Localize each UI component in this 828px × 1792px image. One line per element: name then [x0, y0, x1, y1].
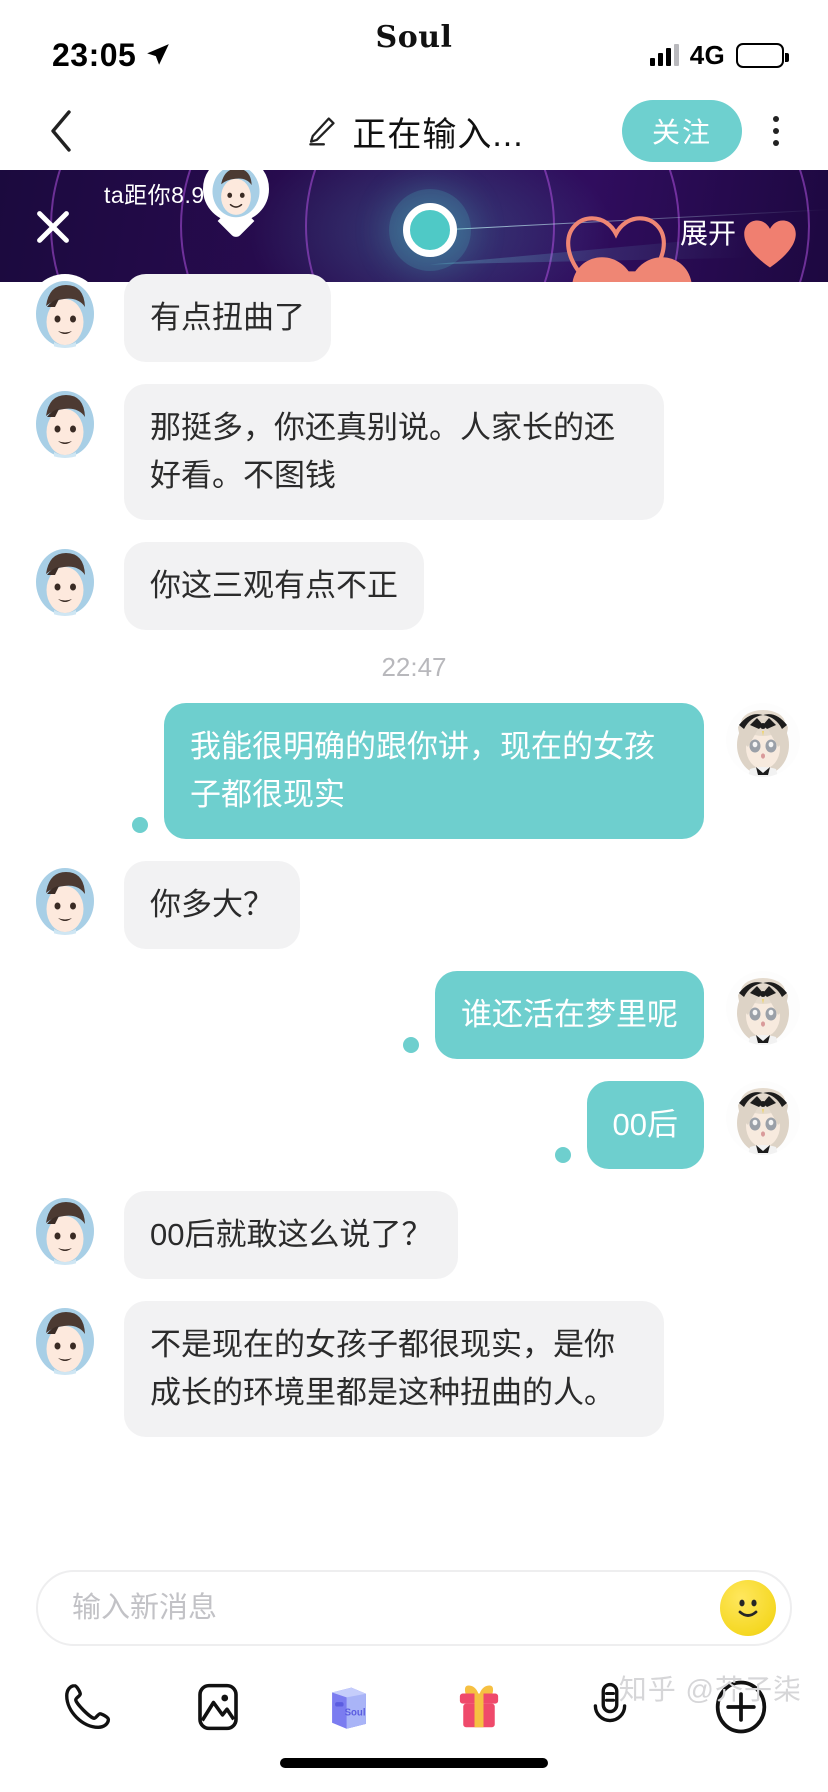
gift-button[interactable]: [444, 1672, 514, 1742]
status-indicators: 4G: [649, 39, 789, 71]
message-bubble[interactable]: 不是现在的女孩子都很现实，是你成长的环境里都是这种扭曲的人。: [124, 1301, 664, 1437]
message-bubble[interactable]: 有点扭曲了: [124, 274, 331, 362]
avatar[interactable]: [28, 1191, 102, 1265]
back-button[interactable]: [38, 108, 84, 154]
message-row: 谁还活在梦里呢: [0, 971, 828, 1059]
message-bubble[interactable]: 00后就敢这么说了？: [124, 1191, 459, 1279]
network-type: 4G: [689, 39, 725, 70]
message-row: 00后就敢这么说了？: [0, 1191, 828, 1279]
message-sent-dot: [403, 1037, 419, 1053]
avatar[interactable]: [28, 542, 102, 616]
more-vertical-icon: [773, 116, 779, 122]
message-bubble[interactable]: 00后: [586, 1081, 704, 1169]
heart-icon: [572, 257, 692, 282]
signal-bars-icon: [649, 44, 679, 66]
heart-icon: [746, 280, 792, 282]
status-bar: 23:05 Soul 4G: [0, 0, 828, 92]
composer: Soul: [0, 1552, 828, 1792]
message-row: 有点扭曲了: [0, 274, 828, 362]
message-row: 你这三观有点不正: [0, 542, 828, 630]
follow-button[interactable]: 关注: [621, 100, 742, 162]
status-time: 23:05: [52, 36, 137, 73]
more-options-button[interactable]: [758, 108, 794, 154]
message-row: 我能很明确的跟你讲，现在的女孩子都很现实: [0, 703, 828, 839]
soul-box-button[interactable]: Soul: [314, 1672, 384, 1742]
message-row: 00后: [0, 1081, 828, 1169]
message-bubble[interactable]: 你多大？: [124, 861, 300, 949]
map-pin-avatar-icon[interactable]: [203, 170, 269, 240]
avatar[interactable]: [726, 1081, 800, 1155]
message-sent-dot: [132, 817, 148, 833]
app-screen: 23:05 Soul 4G 正在输入... 关注 ta距你8.9km 展开 有点…: [0, 0, 828, 1792]
watermark: 知乎 @芥子柒: [618, 1674, 802, 1705]
message-bubble[interactable]: 谁还活在梦里呢: [435, 971, 704, 1059]
image-icon: [197, 1683, 238, 1731]
home-indicator: [280, 1758, 548, 1768]
avatar[interactable]: [28, 1301, 102, 1375]
expand-label[interactable]: 展开: [680, 212, 736, 252]
close-x-icon: [37, 211, 69, 243]
phone-button[interactable]: [52, 1672, 122, 1742]
message-bubble[interactable]: 那挺多，你还真别说。人家长的还好看。不图钱: [124, 384, 664, 520]
message-row: 不是现在的女孩子都很现实，是你成长的环境里都是这种扭曲的人。: [0, 1301, 828, 1437]
message-bubble[interactable]: 我能很明确的跟你讲，现在的女孩子都很现实: [164, 703, 704, 839]
heart-icon: [744, 220, 796, 268]
avatar[interactable]: [726, 971, 800, 1045]
message-row: 那挺多，你还真别说。人家长的还好看。不图钱: [0, 384, 828, 520]
avatar[interactable]: [28, 861, 102, 935]
message-timestamp: 22:47: [381, 652, 447, 682]
soul-box-icon: Soul: [331, 1687, 366, 1729]
banner-close-button[interactable]: [30, 204, 76, 250]
pencil-icon: [309, 117, 335, 146]
nav-bar: 正在输入... 关注: [0, 92, 828, 170]
message-input[interactable]: [72, 1591, 720, 1625]
message-input-wrapper[interactable]: [36, 1570, 792, 1646]
gift-icon: [460, 1685, 499, 1728]
avatar[interactable]: [28, 274, 102, 348]
battery-full-icon: [736, 42, 789, 68]
image-button[interactable]: [183, 1672, 253, 1742]
svg-text:Soul: Soul: [344, 1707, 365, 1718]
smiley-face-icon: [738, 1599, 758, 1617]
radar-dot-icon: [403, 203, 457, 257]
avatar[interactable]: [28, 384, 102, 458]
message-bubble[interactable]: 你这三观有点不正: [124, 542, 424, 630]
location-arrow-icon: [147, 44, 170, 65]
message-list[interactable]: 有点扭曲了 那挺多，你还真别说。人家长的还好看。不图钱 你这三观有点不正 22:4…: [0, 258, 828, 1552]
avatar[interactable]: [726, 703, 800, 777]
status-time-group: 23:05: [52, 37, 171, 74]
message-row: 你多大？: [0, 861, 828, 949]
chevron-left-icon: [51, 110, 71, 152]
emoji-button[interactable]: [720, 1580, 776, 1636]
page-title: 正在输入...: [352, 115, 524, 154]
phone-icon: [65, 1683, 111, 1729]
message-sent-dot: [554, 1147, 571, 1163]
